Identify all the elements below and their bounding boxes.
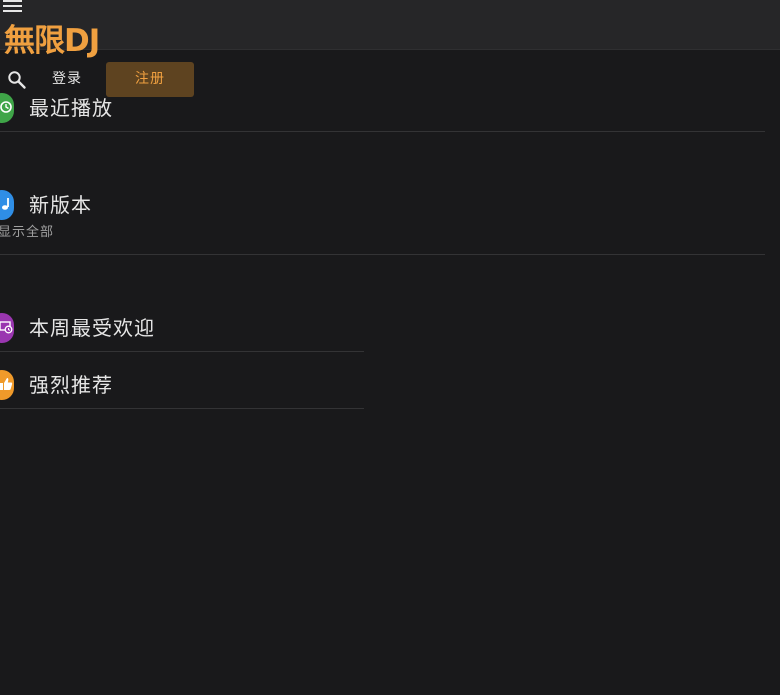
divider [0, 254, 765, 255]
site-logo[interactable]: 無限DJ [4, 21, 100, 61]
register-button[interactable]: 注册 [106, 62, 194, 97]
divider [0, 351, 364, 352]
thumbs-up-icon [0, 370, 14, 400]
section-recent-played[interactable]: 最近播放 [0, 93, 765, 133]
section-title: 最近播放 [29, 96, 113, 120]
login-link[interactable]: 登录 [52, 69, 82, 89]
section-title: 强烈推荐 [29, 373, 113, 397]
show-all-link[interactable]: 显示全部 [0, 224, 54, 242]
section-new-version[interactable]: 新版本 显示全部 [0, 190, 765, 245]
hamburger-menu-icon[interactable] [3, 0, 23, 14]
divider [0, 131, 765, 132]
music-note-icon [0, 190, 14, 220]
section-recommended[interactable]: 强烈推荐 [0, 370, 364, 410]
search-icon[interactable] [7, 70, 27, 90]
divider [0, 408, 364, 409]
history-icon [0, 93, 14, 123]
section-weekly-popular[interactable]: 本周最受欢迎 [0, 313, 364, 353]
top-header: 無限DJ [0, 0, 780, 59]
section-title: 本周最受欢迎 [29, 316, 155, 340]
weekly-calendar-icon [0, 313, 14, 343]
section-title: 新版本 [29, 193, 92, 217]
